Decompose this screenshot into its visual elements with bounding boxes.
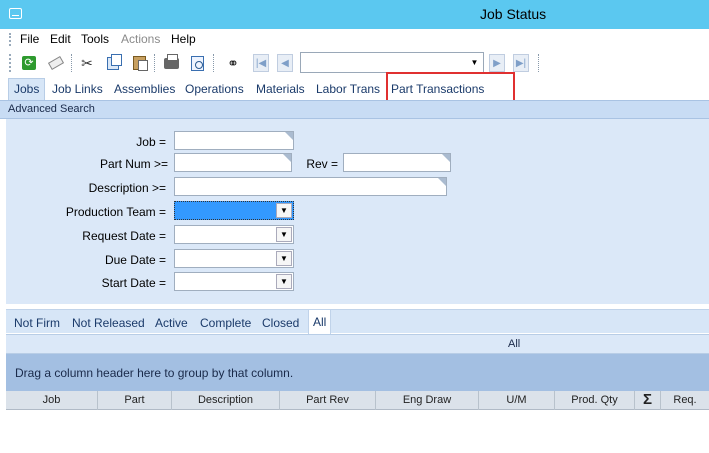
menu-actions[interactable]: Actions <box>121 32 160 46</box>
filter-tab-all[interactable]: All <box>308 309 332 334</box>
toolbar-grip[interactable] <box>9 54 11 72</box>
sum-icon[interactable]: Σ <box>635 391 661 410</box>
filter-tab-active[interactable]: Active <box>155 316 188 330</box>
print-preview-icon[interactable] <box>187 53 207 73</box>
status-filter-tabs: Not Firm Not Released Active Complete Cl… <box>6 309 709 334</box>
chevron-down-icon[interactable]: ▼ <box>276 274 292 289</box>
copy-icon[interactable] <box>103 53 123 73</box>
cut-icon[interactable]: ✂ <box>77 53 97 73</box>
filter-tab-not-released[interactable]: Not Released <box>72 316 145 330</box>
description-label: Description >= <box>88 181 166 195</box>
group-by-hint: Drag a column header here to group by th… <box>15 366 294 380</box>
toolbar-separator <box>154 54 155 72</box>
toolbar-separator <box>71 54 72 72</box>
due-date-label: Due Date = <box>104 253 166 267</box>
production-team-label: Production Team = <box>65 205 166 219</box>
grid-caption-label: All <box>508 338 521 350</box>
tab-assemblies[interactable]: Assemblies <box>114 82 175 96</box>
part-num-field[interactable] <box>174 153 292 172</box>
due-date-picker[interactable]: ▼ <box>174 249 294 268</box>
group-by-area[interactable]: Drag a column header here to group by th… <box>6 354 709 391</box>
menu-edit[interactable]: Edit <box>50 32 71 46</box>
column-header-prod-qty[interactable]: Prod. Qty <box>555 391 635 410</box>
job-label: Job = <box>136 135 166 149</box>
tab-materials[interactable]: Materials <box>256 82 305 96</box>
filter-tab-complete[interactable]: Complete <box>200 316 251 330</box>
menubar-grip[interactable] <box>9 33 11 46</box>
eraser-icon[interactable] <box>46 53 66 73</box>
toolbar-separator <box>213 54 214 72</box>
menu-help[interactable]: Help <box>171 32 196 46</box>
previous-record-icon[interactable]: ◀ <box>275 53 295 73</box>
grid-caption: All <box>6 334 709 354</box>
part-num-label: Part Num >= <box>99 157 168 171</box>
binoculars-icon[interactable]: ⚭ <box>223 53 243 73</box>
advanced-search-label: Advanced Search <box>8 103 95 115</box>
chevron-down-icon[interactable]: ▼ <box>467 54 482 71</box>
description-field[interactable] <box>174 177 447 196</box>
app-window-icon[interactable] <box>9 8 22 19</box>
column-header-job[interactable]: Job <box>6 391 98 410</box>
column-header-description[interactable]: Description <box>172 391 280 410</box>
start-date-picker[interactable]: ▼ <box>174 272 294 291</box>
filter-tab-closed[interactable]: Closed <box>262 316 299 330</box>
column-header-um[interactable]: U/M <box>479 391 555 410</box>
rev-field[interactable] <box>343 153 451 172</box>
grid-body[interactable] <box>6 410 709 453</box>
column-header-eng-draw[interactable]: Eng Draw <box>376 391 479 410</box>
refresh-icon[interactable]: ⟳ <box>19 53 39 73</box>
menu-tools[interactable]: Tools <box>81 32 109 46</box>
last-record-icon[interactable]: ▶| <box>511 53 531 73</box>
chevron-down-icon[interactable]: ▼ <box>276 251 292 266</box>
production-team-select[interactable]: ▼ <box>174 201 294 220</box>
tab-labor-trans[interactable]: Labor Trans <box>316 82 380 96</box>
paste-icon[interactable] <box>129 53 149 73</box>
tab-strip: Jobs Job Links Assemblies Operations Mat… <box>0 77 709 100</box>
first-record-icon[interactable]: |◀ <box>251 53 271 73</box>
print-icon[interactable] <box>161 53 181 73</box>
chevron-down-icon[interactable]: ▼ <box>276 227 292 242</box>
tab-jobs[interactable]: Jobs <box>8 78 46 100</box>
search-form: Job = Part Num >= Rev = Description >= P… <box>6 119 709 304</box>
filter-tab-not-firm[interactable]: Not Firm <box>14 316 60 330</box>
next-record-icon[interactable]: ▶ <box>487 53 507 73</box>
toolbar-separator <box>538 54 539 72</box>
request-date-label: Request Date = <box>82 229 166 243</box>
advanced-search-header[interactable]: Advanced Search <box>0 100 709 119</box>
window-title: Job Status <box>480 6 547 22</box>
tab-job-links[interactable]: Job Links <box>52 82 103 96</box>
rev-label: Rev = <box>306 157 338 171</box>
column-header-req[interactable]: Req. <box>661 391 709 410</box>
menu-file[interactable]: File <box>20 32 39 46</box>
column-header-part-rev[interactable]: Part Rev <box>280 391 376 410</box>
menu-bar: File Edit Tools Actions Help <box>0 29 709 49</box>
request-date-picker[interactable]: ▼ <box>174 225 294 244</box>
grid-column-headers: Job Part Description Part Rev Eng Draw U… <box>6 391 709 410</box>
start-date-label: Start Date = <box>101 276 166 290</box>
job-field[interactable] <box>174 131 294 150</box>
tab-operations[interactable]: Operations <box>185 82 244 96</box>
title-bar: Job Status <box>0 0 709 29</box>
column-header-part[interactable]: Part <box>98 391 172 410</box>
record-navigator-combo[interactable]: ▼ <box>300 52 484 73</box>
chevron-down-icon[interactable]: ▼ <box>276 203 292 218</box>
